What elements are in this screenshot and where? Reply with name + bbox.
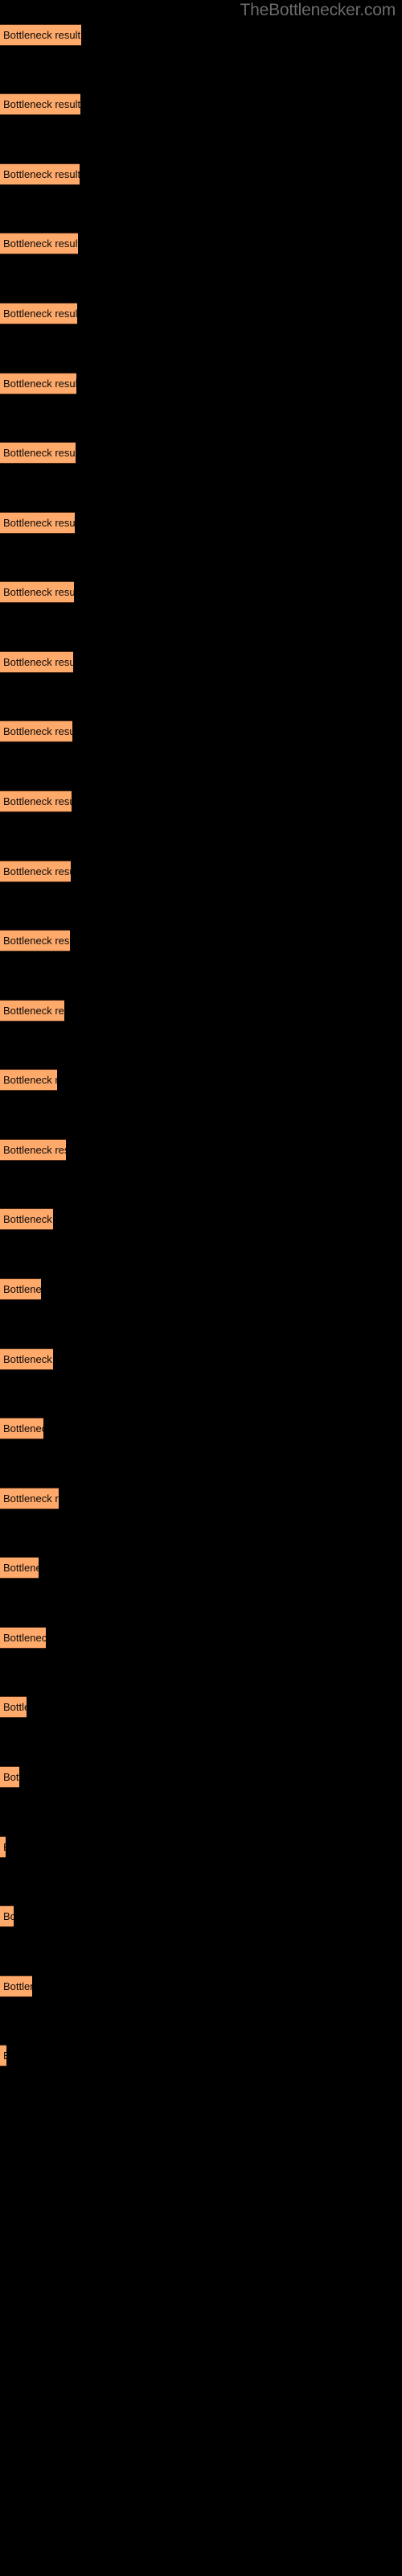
bar-label: Bottleneck result xyxy=(3,1422,43,1435)
bar-label: Bottleneck result xyxy=(3,865,71,877)
bar-label: Bottleneck result xyxy=(3,1005,64,1017)
horizontal-bar-chart: Bottleneck result Bottleneck result Bottle… xyxy=(0,0,402,2576)
bar-label: Bottleneck result xyxy=(3,1840,6,1855)
bar-label: Bottleneck result xyxy=(3,1074,57,1086)
bar-label: Bottleneck result xyxy=(3,725,72,737)
bar-label: Bottleneck result xyxy=(3,586,74,598)
bar[interactable]: Bottleneck result xyxy=(0,1069,57,1091)
bar[interactable]: Bottleneck result xyxy=(0,1627,46,1649)
bar-label: Bottleneck result xyxy=(3,1910,14,1922)
bottleneck-chart-page: TheBottlenecker.com Bottleneck result Bot… xyxy=(0,0,402,2576)
bar[interactable]: Bottleneck result xyxy=(0,930,70,952)
bar[interactable]: Bottleneck result xyxy=(0,1278,41,1300)
bar[interactable]: Bottleneck result xyxy=(0,303,77,324)
bar[interactable]: Bottleneck result xyxy=(0,791,72,812)
bar[interactable]: Bottleneck result xyxy=(0,233,78,254)
bar-label: Bottleneck result xyxy=(3,1283,41,1295)
bar-label: Bottleneck result xyxy=(3,1632,46,1644)
bar[interactable]: Bottleneck result xyxy=(0,1488,59,1509)
bar[interactable]: Bottleneck result xyxy=(0,720,72,742)
bar-label: Bottleneck result xyxy=(3,378,76,390)
bar[interactable]: Bottleneck result xyxy=(0,1418,43,1439)
bar[interactable]: Bottleneck result xyxy=(0,1348,53,1370)
bar-label: Bottleneck result xyxy=(3,1144,66,1156)
bar-label: Bottleneck result xyxy=(3,1562,39,1574)
bar-label: Bottleneck result xyxy=(3,1701,27,1713)
bar-label: Bottleneck result xyxy=(3,1213,53,1225)
bar[interactable]: Bottleneck result xyxy=(0,1905,14,1927)
bar[interactable]: Bottleneck result xyxy=(0,1696,27,1718)
bar-label: Bottleneck result xyxy=(3,517,75,529)
bar-label: Bottleneck result xyxy=(3,1492,59,1505)
bar[interactable]: Bottleneck result xyxy=(0,861,71,882)
bar-label: Bottleneck result xyxy=(3,1980,32,1992)
bar[interactable]: Bottleneck result xyxy=(0,1766,19,1788)
bar[interactable]: Bottleneck result xyxy=(0,1000,64,1022)
bar[interactable]: Bottleneck result xyxy=(0,651,73,673)
bar-label: Bottleneck result xyxy=(3,656,73,668)
bar-label: Bottleneck result xyxy=(3,29,81,41)
bar[interactable]: Bottleneck result xyxy=(0,163,80,185)
bar[interactable]: Bottleneck result xyxy=(0,512,75,534)
bar-label: Bottleneck result xyxy=(3,308,77,320)
bar[interactable]: Bottleneck result xyxy=(0,1139,66,1161)
bar-label: Bottleneck result xyxy=(3,1771,19,1783)
bar[interactable]: Bottleneck result xyxy=(0,1836,6,1858)
bar-label: Bottleneck result xyxy=(3,2049,6,2063)
bar[interactable]: Bottleneck result xyxy=(0,93,80,115)
bar[interactable]: Bottleneck result xyxy=(0,24,81,46)
bar-label: Bottleneck result xyxy=(3,98,80,110)
bar[interactable]: Bottleneck result xyxy=(0,581,74,603)
bar-label: Bottleneck result xyxy=(3,935,70,947)
bar[interactable]: Bottleneck result xyxy=(0,1975,32,1997)
bar[interactable]: Bottleneck result xyxy=(0,2045,6,2066)
bar[interactable]: Bottleneck result xyxy=(0,373,76,394)
bar-label: Bottleneck result xyxy=(3,447,76,459)
bar-label: Bottleneck result xyxy=(3,237,78,250)
bar-label: Bottleneck result xyxy=(3,1353,53,1365)
bar-label: Bottleneck result xyxy=(3,168,80,180)
bar[interactable]: Bottleneck result xyxy=(0,1208,53,1230)
bar[interactable]: Bottleneck result xyxy=(0,1557,39,1579)
bar[interactable]: Bottleneck result xyxy=(0,442,76,464)
bar-label: Bottleneck result xyxy=(3,795,72,807)
